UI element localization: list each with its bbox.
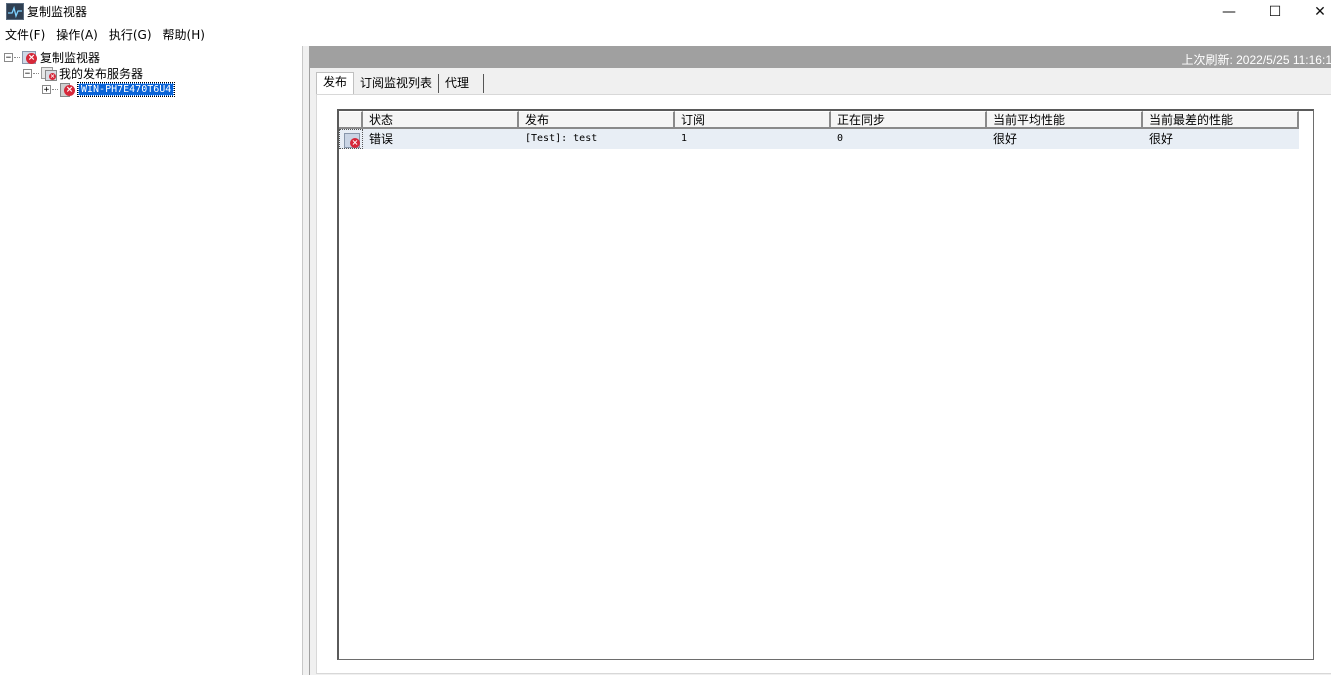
table-row[interactable]: × 错误 [Test]: test 1 0 很好 很好 <box>339 129 1299 149</box>
header-avg-performance[interactable]: 当前平均性能 <box>987 111 1143 129</box>
navigation-tree: − × 复制监视器 − × 我的发布服务器 + × WIN-PH7E470T6U… <box>0 46 303 675</box>
cell-avg-performance: 很好 <box>993 132 1018 146</box>
cell-subscriptions: 1 <box>681 133 688 144</box>
last-refresh-text: 上次刷新: 2022/5/25 11:16:1 <box>1181 53 1331 67</box>
minimize-button[interactable]: — <box>1206 0 1252 23</box>
tree-label-server[interactable]: WIN-PH7E470T6U4 <box>76 81 176 97</box>
refresh-status-bar: 上次刷新: 2022/5/25 11:16:1 <box>310 46 1331 68</box>
server-icon: × <box>59 82 75 97</box>
menu-go[interactable]: 执行(G) <box>104 26 158 44</box>
header-icon-column[interactable] <box>339 111 363 129</box>
window-title: 复制监视器 <box>27 5 88 19</box>
title-bar: 复制监视器 — ☐ ✕ <box>0 0 1331 23</box>
replication-monitor-icon: × <box>21 50 37 64</box>
tab-subscription-watch-list[interactable]: 订阅监视列表 <box>354 74 440 93</box>
tab-agents[interactable]: 代理 <box>439 74 485 93</box>
cell-synchronizing: 0 <box>837 133 844 144</box>
header-publication[interactable]: 发布 <box>519 111 675 129</box>
error-x-icon: × <box>26 53 37 64</box>
row-status-icon-cell: × <box>339 129 363 149</box>
tree-label-root: 复制监视器 <box>40 50 101 65</box>
error-x-icon: × <box>350 138 360 148</box>
maximize-button[interactable]: ☐ <box>1252 0 1298 23</box>
tab-strip: 发布 订阅监视列表 代理 <box>316 72 485 94</box>
tree-node-root[interactable]: − × 复制监视器 <box>4 49 100 65</box>
tab-publications[interactable]: 发布 <box>316 72 355 94</box>
menu-action[interactable]: 操作(A) <box>51 26 104 44</box>
tab-content: 状态 发布 订阅 正在同步 当前平均性能 当前最差的性能 × 错误 [Test]… <box>316 94 1331 674</box>
close-button[interactable]: ✕ <box>1297 0 1331 23</box>
error-x-icon: × <box>64 85 75 96</box>
cell-publication: [Test]: test <box>525 133 598 144</box>
grid-header: 状态 发布 订阅 正在同步 当前平均性能 当前最差的性能 <box>339 111 1299 129</box>
detail-pane: 上次刷新: 2022/5/25 11:16:1 发布 订阅监视列表 代理 状态 … <box>309 46 1331 675</box>
menu-help[interactable]: 帮助(H) <box>158 26 211 44</box>
collapse-icon[interactable]: − <box>23 68 32 78</box>
publication-icon: × <box>344 133 360 148</box>
publications-grid: 状态 发布 订阅 正在同步 当前平均性能 当前最差的性能 × 错误 [Test]… <box>337 109 1314 660</box>
expand-icon[interactable]: + <box>42 84 51 94</box>
header-worst-performance[interactable]: 当前最差的性能 <box>1143 111 1299 129</box>
replication-monitor-icon <box>6 3 24 20</box>
header-status[interactable]: 状态 <box>363 111 519 129</box>
tree-node-publishers[interactable]: − × 我的发布服务器 <box>23 65 143 81</box>
error-x-icon: × <box>49 73 56 80</box>
header-subscriptions[interactable]: 订阅 <box>675 111 831 129</box>
header-synchronizing[interactable]: 正在同步 <box>831 111 987 129</box>
cell-worst-performance: 很好 <box>1149 132 1174 146</box>
publisher-group-icon: × <box>40 66 57 81</box>
menu-file[interactable]: 文件(F) <box>0 26 51 44</box>
tree-node-server[interactable]: + × WIN-PH7E470T6U4 <box>42 81 176 97</box>
cell-status: 错误 <box>369 132 394 146</box>
tree-label-publishers: 我的发布服务器 <box>59 66 144 81</box>
collapse-icon[interactable]: − <box>4 52 13 62</box>
menu-bar: 文件(F) 操作(A) 执行(G) 帮助(H) <box>0 26 211 44</box>
